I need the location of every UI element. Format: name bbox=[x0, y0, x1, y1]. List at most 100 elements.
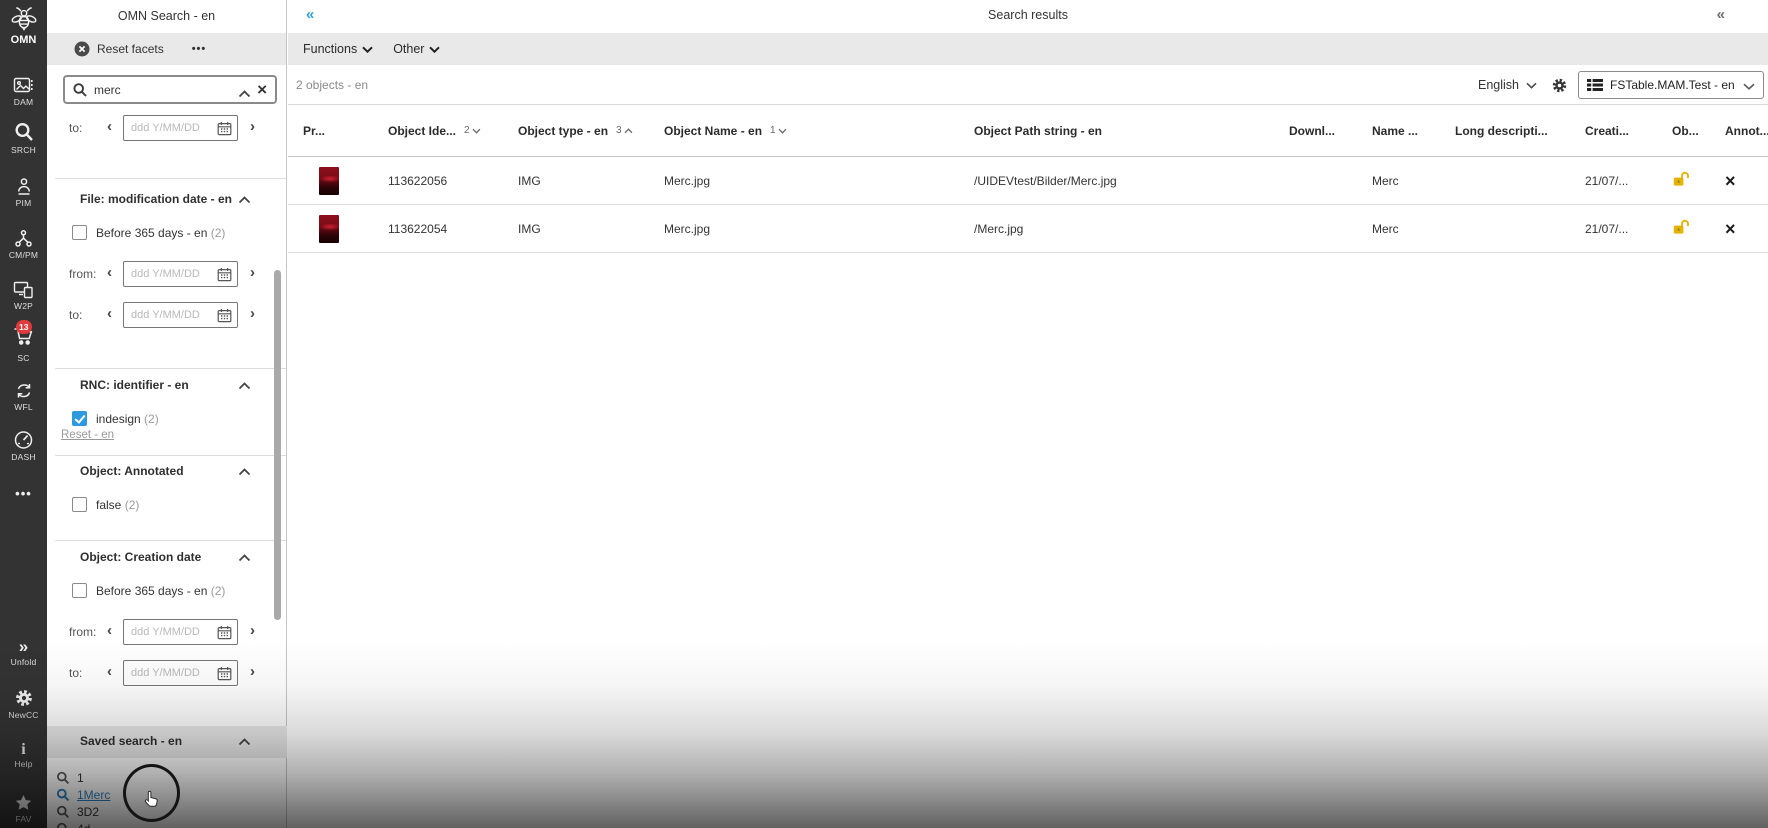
date-prev-icon[interactable]: ‹ bbox=[107, 622, 112, 639]
saved-search-item-1merc[interactable]: 1Merc bbox=[47, 787, 287, 804]
checkbox-unchecked[interactable] bbox=[72, 497, 87, 512]
facet-option-row[interactable]: indesign (2) bbox=[47, 411, 287, 427]
search-input[interactable] bbox=[94, 82, 258, 97]
facet-header-object-creation-date[interactable]: Object: Creation date bbox=[47, 550, 287, 566]
rail-fav-button[interactable]: FAV bbox=[0, 794, 47, 824]
sidebar-item-pim[interactable]: PIM bbox=[0, 177, 47, 208]
chevron-up-icon[interactable] bbox=[238, 738, 251, 746]
rail-item-label: NewCC bbox=[8, 710, 39, 720]
collapse-panel-right-icon[interactable]: « bbox=[1717, 6, 1725, 23]
cart-badge: 13 bbox=[16, 320, 32, 334]
facet-reset-link[interactable]: Reset - en bbox=[61, 429, 114, 441]
cell-object-path: /Merc.jpg bbox=[974, 221, 1024, 236]
table-row[interactable]: 113622054 IMG Merc.jpg /Merc.jpg Merc 21… bbox=[288, 205, 1768, 253]
double-chevron-right-icon: » bbox=[18, 637, 29, 656]
date-prev-icon[interactable]: ‹ bbox=[107, 305, 112, 322]
unlocked-icon[interactable] bbox=[1672, 219, 1690, 235]
column-header-download[interactable]: Downl... bbox=[1289, 124, 1372, 138]
checkbox-unchecked[interactable] bbox=[72, 225, 87, 240]
date-prev-icon[interactable]: ‹ bbox=[107, 118, 112, 135]
cell-object-id: 113622054 bbox=[388, 221, 448, 236]
other-dropdown[interactable]: Other bbox=[393, 42, 441, 56]
clear-search-icon[interactable]: × bbox=[257, 81, 267, 98]
functions-dropdown[interactable]: Functions bbox=[303, 42, 373, 56]
results-header: « Search results « bbox=[288, 0, 1768, 33]
sidebar-item-dam[interactable]: DAM bbox=[0, 76, 47, 107]
chevron-up-icon bbox=[624, 127, 633, 133]
facet-header-saved-search[interactable]: Saved search - en bbox=[47, 726, 287, 758]
language-dropdown[interactable]: English bbox=[1478, 78, 1537, 92]
facet-option-row[interactable]: Before 365 days - en (2) bbox=[47, 583, 287, 599]
chevron-up-icon[interactable] bbox=[238, 554, 251, 562]
date-input[interactable] bbox=[131, 117, 213, 139]
reset-facets-button[interactable]: Reset facets bbox=[74, 41, 164, 57]
table-view-select[interactable]: FSTable.MAM.Test - en bbox=[1578, 71, 1764, 99]
calendar-icon[interactable] bbox=[217, 625, 232, 640]
column-header-name[interactable]: Name ... bbox=[1372, 124, 1455, 138]
facet-header-object-annotated[interactable]: Object: Annotated bbox=[47, 464, 287, 480]
column-header-object-identifier[interactable]: Object Ide... 2 bbox=[388, 124, 518, 138]
date-prev-icon[interactable]: ‹ bbox=[107, 264, 112, 281]
date-input[interactable] bbox=[131, 263, 213, 285]
facet-scrollbar[interactable] bbox=[274, 270, 281, 620]
calendar-icon[interactable] bbox=[217, 121, 232, 136]
chevron-up-icon[interactable] bbox=[238, 196, 251, 204]
date-next-icon[interactable]: › bbox=[250, 264, 255, 281]
checkbox-unchecked[interactable] bbox=[72, 583, 87, 598]
chevron-up-icon[interactable] bbox=[238, 90, 251, 98]
facet-header-file-modification-date[interactable]: File: modification date - en bbox=[47, 192, 287, 208]
sidebar-item-sc[interactable]: 13 SC bbox=[0, 320, 47, 363]
annotation-x-icon[interactable]: × bbox=[1725, 172, 1736, 190]
date-range-row: to: ‹ › bbox=[47, 302, 287, 328]
rail-more-button[interactable]: ••• bbox=[0, 486, 47, 502]
column-header-object-path[interactable]: Object Path string - en bbox=[974, 124, 1289, 138]
date-input[interactable] bbox=[131, 662, 213, 684]
column-header-object-lock[interactable]: Ob... bbox=[1672, 124, 1725, 138]
calendar-icon[interactable] bbox=[217, 308, 232, 323]
sidebar-item-dash[interactable]: DASH bbox=[0, 430, 47, 462]
date-next-icon[interactable]: › bbox=[250, 622, 255, 639]
date-input[interactable] bbox=[131, 304, 213, 326]
reset-facets-label: Reset facets bbox=[97, 42, 164, 56]
saved-search-item[interactable]: 1 bbox=[47, 770, 287, 787]
calendar-icon[interactable] bbox=[217, 666, 232, 681]
facet-option-row[interactable]: Before 365 days - en (2) bbox=[47, 225, 287, 241]
facet-option-row[interactable]: false (2) bbox=[47, 497, 287, 513]
date-next-icon[interactable]: › bbox=[250, 305, 255, 322]
saved-search-item[interactable]: 4d bbox=[47, 821, 287, 828]
settings-button[interactable] bbox=[1551, 77, 1568, 94]
sidebar-item-srch[interactable]: SRCH bbox=[0, 121, 47, 155]
date-input[interactable] bbox=[131, 621, 213, 643]
asset-thumbnail[interactable] bbox=[319, 166, 339, 195]
date-from-label: from: bbox=[69, 267, 97, 281]
date-next-icon[interactable]: › bbox=[250, 663, 255, 680]
rail-logo[interactable]: OMN bbox=[0, 6, 47, 46]
calendar-icon[interactable] bbox=[217, 267, 232, 282]
asset-thumbnail[interactable] bbox=[319, 214, 339, 243]
rail-help-button[interactable]: i Help bbox=[0, 742, 47, 770]
date-prev-icon[interactable]: ‹ bbox=[107, 663, 112, 680]
table-row[interactable]: 113622056 IMG Merc.jpg /UIDEVtest/Bilder… bbox=[288, 157, 1768, 205]
date-next-icon[interactable]: › bbox=[250, 118, 255, 135]
chevron-up-icon[interactable] bbox=[238, 382, 251, 390]
sidebar-item-w2p[interactable]: W2P bbox=[0, 281, 47, 311]
column-header-preview[interactable]: Pr... bbox=[288, 124, 388, 138]
checkbox-checked[interactable] bbox=[72, 411, 87, 426]
saved-search-item[interactable]: 3D2 bbox=[47, 804, 287, 821]
unlocked-icon[interactable] bbox=[1672, 171, 1690, 187]
rail-unfold-button[interactable]: » Unfold bbox=[0, 637, 47, 667]
sidebar-item-wfl[interactable]: WFL bbox=[0, 382, 47, 412]
annotation-x-icon[interactable]: × bbox=[1725, 220, 1736, 238]
sidebar-item-cmpm[interactable]: CM/PM bbox=[0, 229, 47, 260]
column-header-creation[interactable]: Creati... bbox=[1585, 124, 1672, 138]
column-header-object-type[interactable]: Object type - en 3 bbox=[518, 124, 664, 138]
rail-newcc-button[interactable]: NewCC bbox=[0, 688, 47, 720]
column-header-annotation[interactable]: Annot... bbox=[1725, 124, 1768, 138]
column-header-long-description[interactable]: Long descripti... bbox=[1455, 124, 1585, 138]
facet-more-menu[interactable]: ••• bbox=[192, 43, 207, 55]
chevron-up-icon[interactable] bbox=[238, 468, 251, 476]
rail-item-label: Help bbox=[14, 759, 33, 769]
facet-header-rnc-identifier[interactable]: RNC: identifier - en bbox=[47, 378, 287, 394]
rail-item-label: FAV bbox=[15, 814, 32, 824]
column-header-object-name[interactable]: Object Name - en 1 bbox=[664, 124, 974, 138]
